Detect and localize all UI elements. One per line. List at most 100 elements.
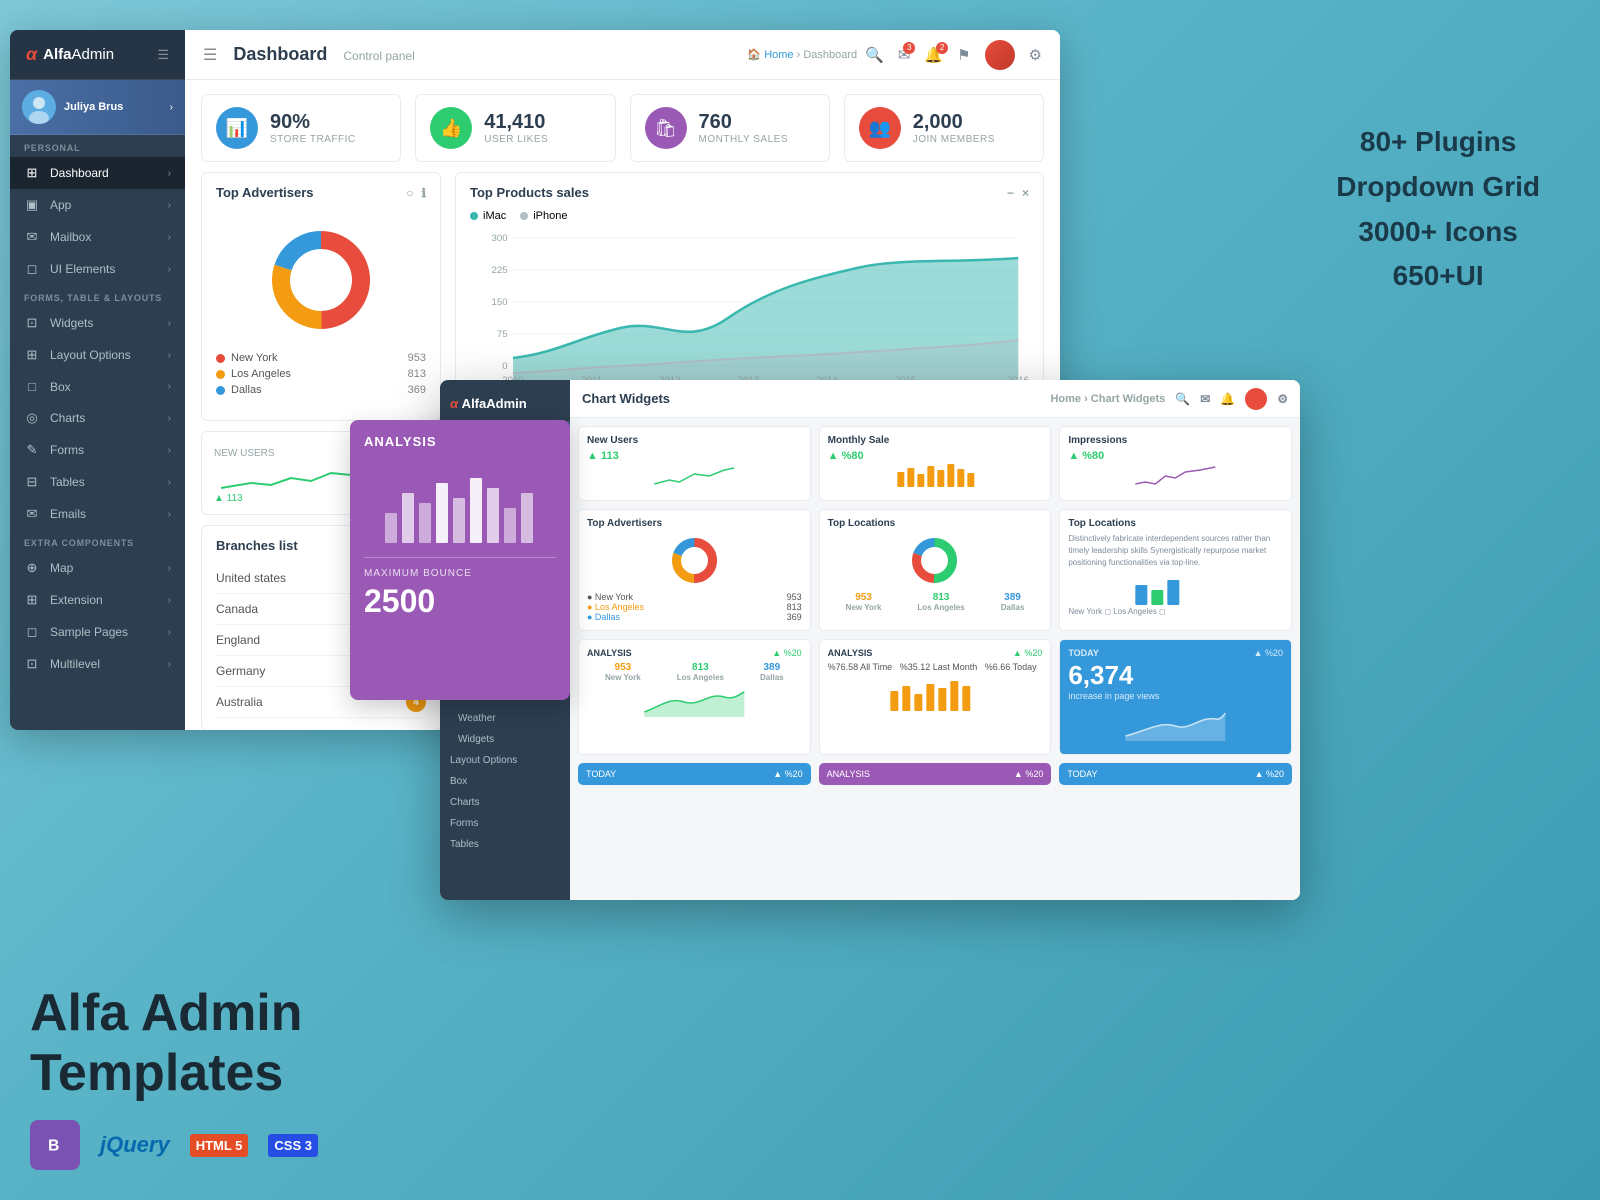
svg-text:75: 75 [497, 329, 508, 339]
donut-legend: New York 953 Los Angeles 813 [216, 350, 426, 398]
sidebar-item-mailbox[interactable]: ✉ Mailbox › [10, 221, 185, 253]
chevron-right-icon: › [168, 350, 171, 361]
sidebar-item-tables[interactable]: ⊟ Tables › [10, 466, 185, 498]
hamburger-icon[interactable]: ☰ [203, 45, 217, 65]
stat-card-join-members[interactable]: 👥 2,000 JOIN MEMBERS [844, 94, 1044, 162]
store-traffic-icon: 📊 [216, 107, 258, 149]
settings-icon[interactable]: ⚙ [1029, 46, 1042, 64]
sidebar-item-dashboard[interactable]: ⊞ Dashboard › [10, 157, 185, 189]
sidebar-item-multilevel[interactable]: ⊡ Multilevel › [10, 648, 185, 680]
user-avatar-topbar[interactable] [985, 40, 1015, 70]
stat-card-monthly-sales[interactable]: 🛍 760 MONTHLY SALES [630, 94, 830, 162]
second-sidebar-forms[interactable]: Forms [440, 813, 570, 834]
second-sidebar-box[interactable]: Box [440, 771, 570, 792]
sidebar-item-forms[interactable]: ✎ Forms › [10, 434, 185, 466]
sidebar-item-label: Emails [50, 507, 86, 521]
second-logo: α AlfaAdmin [440, 388, 570, 422]
line-chart-svg: 300 225 150 75 0 2010 2011 2012 2013 201… [470, 228, 1029, 388]
second-bottom-today-2: TODAY▲ %20 [1059, 763, 1292, 785]
search-icon[interactable]: 🔍 [865, 46, 884, 64]
stat-card-user-likes[interactable]: 👍 41,410 USER LIKES [415, 94, 615, 162]
sidebar-item-layout-options[interactable]: ⊞ Layout Options › [10, 339, 185, 371]
analysis-card: ANALYSIS MAXIMUM BOUNCE 2500 [350, 420, 570, 700]
join-members-icon: 👥 [859, 107, 901, 149]
sidebar-item-ui-elements[interactable]: ◻ UI Elements › [10, 253, 185, 285]
stat-label-members: JOIN MEMBERS [913, 134, 995, 145]
breadcrumb-home-link[interactable]: Home [764, 49, 793, 61]
mail-icon[interactable]: ✉3 [898, 46, 911, 64]
minimize-icon[interactable]: − [1007, 186, 1014, 200]
sidebar-item-charts[interactable]: ◎ Charts › [10, 402, 185, 434]
sidebar-item-box[interactable]: □ Box › [10, 371, 185, 402]
close-icon[interactable]: × [1022, 186, 1029, 200]
flag-icon[interactable]: ⚑ [957, 46, 970, 64]
user-likes-icon: 👍 [430, 107, 472, 149]
second-bell-icon[interactable]: 🔔 [1220, 392, 1235, 406]
second-avatar-topbar[interactable] [1245, 388, 1267, 410]
second-search-icon[interactable]: 🔍 [1175, 392, 1190, 406]
layout-icon: ⊞ [24, 347, 40, 363]
sidebar-item-extension[interactable]: ⊞ Extension › [10, 584, 185, 616]
analysis-bar-chart [364, 457, 556, 547]
chevron-right-icon: › [170, 102, 173, 113]
sidebar-item-map[interactable]: ⊕ Map › [10, 552, 185, 584]
second-location-labels: New York ◻ Los Angeles ◻ [1068, 607, 1283, 616]
analysis-title: ANALYSIS [364, 434, 556, 449]
sidebar-logo[interactable]: α AlfaAdmin ☰ [10, 30, 185, 80]
sidebar-item-app[interactable]: ▣ App › [10, 189, 185, 221]
legend-item-dallas: Dallas 369 [216, 382, 426, 398]
page-title: Dashboard [233, 44, 327, 65]
svg-text:B: B [48, 1137, 59, 1154]
sidebar-user-profile[interactable]: Juliya Brus › [10, 80, 185, 135]
legend-imac: iMac [470, 210, 506, 222]
second-settings-icon[interactable]: ⚙ [1277, 392, 1288, 406]
second-sparkline-1 [587, 462, 802, 487]
menu-toggle-icon[interactable]: ☰ [157, 47, 169, 63]
info-action-icon[interactable]: ℹ [421, 186, 426, 200]
second-top-advertisers: Top Advertisers ● New York953 ● Los Ange… [578, 509, 811, 631]
chevron-right-icon: › [168, 318, 171, 329]
sidebar-section-forms: FORMS, TABLE & LAYOUTS [10, 285, 185, 307]
right-info-panel: 80+ Plugins Dropdown Grid 3000+ Icons 65… [1336, 120, 1540, 299]
bell-icon[interactable]: 🔔2 [924, 46, 943, 64]
info-line-4: 650+UI [1336, 254, 1540, 299]
stat-card-store-traffic[interactable]: 📊 90% STORE TRAFFIC [201, 94, 401, 162]
html5-badge: HTML 5 [190, 1134, 249, 1157]
stat-value-traffic: 90% [270, 111, 356, 134]
app-icon: ▣ [24, 197, 40, 213]
card-actions: ○ ℹ [406, 186, 426, 200]
circle-action-icon[interactable]: ○ [406, 186, 413, 200]
top-advertisers-title: Top Advertisers ○ ℹ [216, 185, 426, 200]
chevron-right-icon: › [168, 595, 171, 606]
second-top-locations-1: Top Locations 953New York 813Los Angeles… [819, 509, 1052, 631]
legend-dot-red [216, 354, 225, 363]
second-impressions-card: Impressions ▲ %80 [1059, 426, 1292, 501]
second-analysis-stats-2: %76.58 All Time %35.12 Last Month %6.66 … [828, 662, 1043, 672]
sidebar-item-widgets[interactable]: ⊡ Widgets › [10, 307, 185, 339]
mail-badge: 3 [903, 42, 915, 54]
sidebar-item-sample-pages[interactable]: ◻ Sample Pages › [10, 616, 185, 648]
sidebar: α AlfaAdmin ☰ Juliya Brus › PERSONAL ⊞ D… [10, 30, 185, 730]
legend-item-newyork: New York 953 [216, 350, 426, 366]
second-sidebar-widgets2[interactable]: Widgets [440, 729, 570, 750]
second-mail-icon[interactable]: ✉ [1200, 392, 1210, 406]
svg-text:150: 150 [491, 297, 507, 307]
second-sidebar-tables[interactable]: Tables [440, 834, 570, 855]
second-topbar: Chart Widgets Home › Chart Widgets 🔍 ✉ 🔔… [570, 380, 1300, 418]
chart-legend: iMac iPhone [470, 210, 1029, 222]
chevron-right-icon: › [168, 477, 171, 488]
chevron-right-icon: › [168, 627, 171, 638]
sidebar-item-label: Map [50, 561, 73, 575]
sidebar-item-emails[interactable]: ✉ Emails › [10, 498, 185, 530]
second-analysis-header-1: ANALYSIS ▲ %20 [587, 648, 802, 658]
legend-dot-imac [470, 212, 478, 220]
sidebar-item-label: Multilevel [50, 657, 100, 671]
breadcrumb: 🏠 Home › Dashboard [747, 48, 857, 61]
second-sidebar-weather[interactable]: Weather [440, 708, 570, 729]
promo-title: Alfa Admin Templates [30, 984, 480, 1104]
second-sidebar-layout[interactable]: Layout Options [440, 750, 570, 771]
legend-dot-iphone [520, 212, 528, 220]
second-sidebar-charts[interactable]: Charts [440, 792, 570, 813]
sidebar-item-label: App [50, 198, 71, 212]
sidebar-item-label: UI Elements [50, 262, 115, 276]
